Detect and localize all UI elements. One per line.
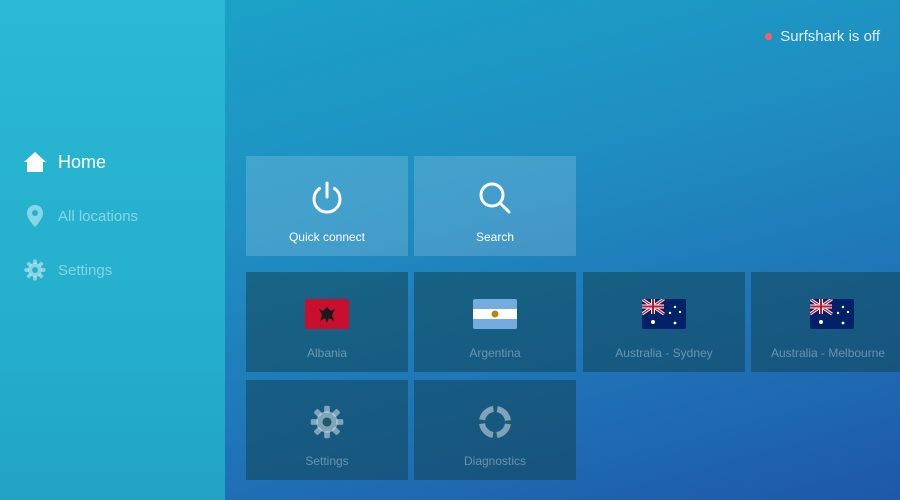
location-pin-icon (22, 203, 48, 229)
sidebar-item-label: All locations (58, 207, 139, 225)
connection-status: Surfshark is off (765, 28, 880, 45)
sidebar-item-settings[interactable]: Settings (22, 255, 112, 285)
location-label: Australia - Melbourne (771, 346, 886, 360)
diagnostics-tile[interactable]: Diagnostics (414, 380, 576, 480)
flag-albania-icon (305, 294, 349, 334)
location-tile-australia-sydney[interactable]: Australia - Sydney (583, 272, 745, 372)
power-icon (307, 178, 347, 218)
search-tile[interactable]: Search (414, 156, 576, 256)
sidebar-item-all-locations[interactable]: All locations (22, 201, 138, 231)
sidebar-item-home[interactable]: Home (22, 147, 106, 177)
flag-australia-icon (642, 294, 686, 334)
gear-icon (310, 402, 344, 442)
location-label: Albania (306, 346, 348, 360)
home-icon (22, 149, 48, 175)
search-label: Search (475, 230, 515, 244)
search-icon (475, 178, 515, 218)
gear-icon (22, 257, 48, 283)
location-label: Australia - Sydney (615, 346, 713, 360)
location-tile-argentina[interactable]: Argentina (414, 272, 576, 372)
flag-argentina-icon (473, 294, 517, 334)
settings-tile[interactable]: Settings (246, 380, 408, 480)
sidebar-item-label: Settings (58, 261, 113, 279)
quick-connect-label: Quick connect (288, 230, 366, 244)
location-tile-australia-melbourne[interactable]: Australia - Melbourne (751, 272, 900, 372)
sidebar-item-label: Home (58, 151, 107, 172)
status-text: Surfshark is off (780, 28, 880, 45)
lifebuoy-icon (478, 402, 512, 442)
settings-label: Settings (305, 454, 349, 468)
quick-connect-tile[interactable]: Quick connect (246, 156, 408, 256)
sidebar: Home All locations Settings (0, 0, 225, 500)
status-dot-icon (765, 33, 773, 40)
location-tile-albania[interactable]: Albania (246, 272, 408, 372)
flag-australia-icon (810, 294, 854, 334)
diagnostics-label: Diagnostics (463, 454, 527, 468)
location-label: Argentina (469, 346, 521, 360)
